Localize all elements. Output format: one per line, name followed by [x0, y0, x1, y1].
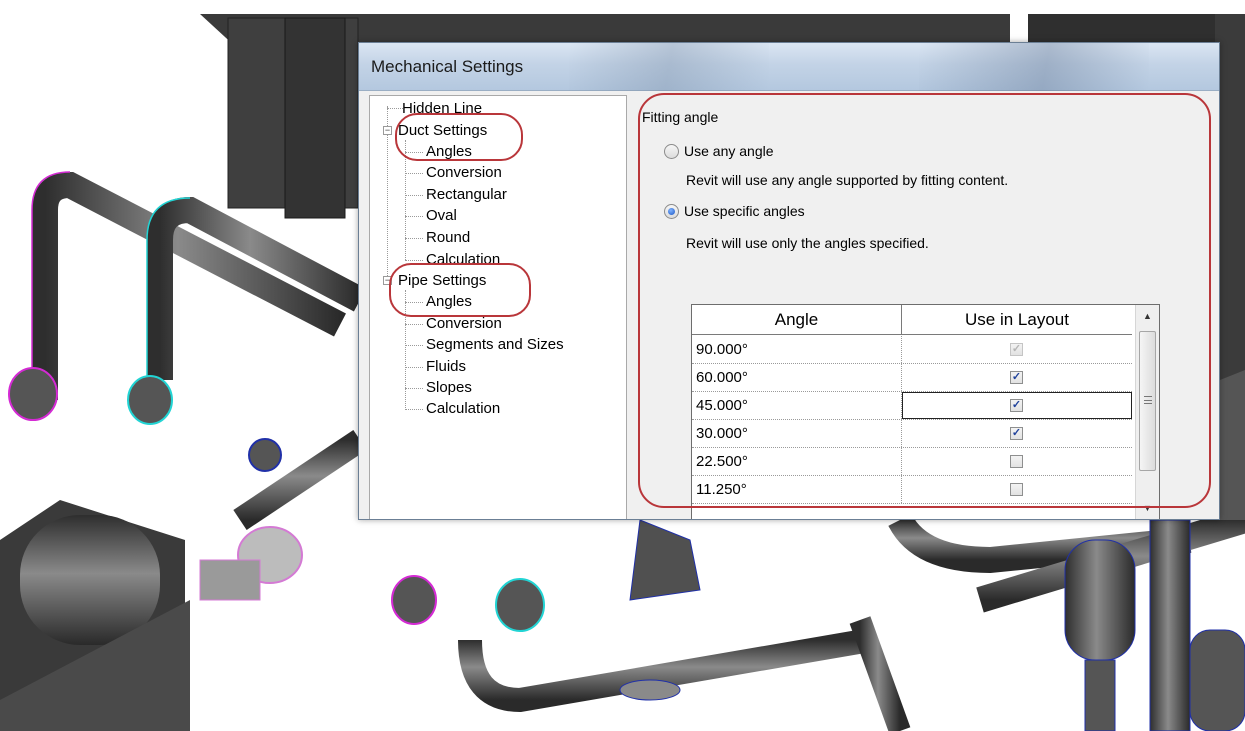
- table-row[interactable]: 60.000° ✓: [692, 364, 1132, 392]
- dialog-title: Mechanical Settings: [371, 57, 524, 76]
- angle-cell[interactable]: 22.500°: [692, 448, 902, 475]
- use-in-layout-checkbox[interactable]: [1010, 455, 1023, 468]
- use-any-angle-label[interactable]: Use any angle: [684, 143, 774, 159]
- mechanical-settings-dialog: Mechanical Settings − − Hidden Line Duct…: [358, 42, 1220, 520]
- tree-item-pipe-calculation[interactable]: Calculation: [426, 400, 500, 418]
- tree-item-duct-round[interactable]: Round: [426, 229, 470, 247]
- tree-item-duct-rectangular[interactable]: Rectangular: [426, 186, 507, 204]
- tree-item-duct-settings[interactable]: Duct Settings: [398, 122, 487, 140]
- tree-item-pipe-conversion[interactable]: Conversion: [426, 315, 502, 333]
- angle-cell[interactable]: 60.000°: [692, 364, 902, 391]
- tree-item-pipe-slopes[interactable]: Slopes: [426, 379, 472, 397]
- angle-cell[interactable]: 45.000°: [692, 392, 902, 419]
- settings-tree: − − Hidden Line Duct Settings Angles Con…: [369, 95, 627, 519]
- table-scrollbar[interactable]: ▲ ▼: [1135, 305, 1159, 519]
- use-specific-angles-label[interactable]: Use specific angles: [684, 203, 805, 219]
- angle-cell[interactable]: 11.250°: [692, 476, 902, 503]
- use-in-layout-checkbox: ✓: [1010, 343, 1023, 356]
- table-row[interactable]: 30.000° ✓: [692, 420, 1132, 448]
- table-header: Angle Use in Layout: [692, 305, 1132, 335]
- use-in-layout-checkbox[interactable]: ✓: [1010, 371, 1023, 384]
- tree-item-duct-angles[interactable]: Angles: [426, 143, 472, 161]
- scroll-up-arrow-icon[interactable]: ▲: [1136, 307, 1159, 325]
- use-any-angle-radio[interactable]: [664, 144, 679, 159]
- tree-item-duct-oval[interactable]: Oval: [426, 207, 457, 225]
- table-row[interactable]: 11.250°: [692, 476, 1132, 504]
- use-in-layout-checkbox[interactable]: [1010, 483, 1023, 496]
- scroll-down-arrow-icon[interactable]: ▼: [1136, 499, 1159, 517]
- fitting-angle-panel: Fitting angle Use any angle Revit will u…: [637, 95, 1213, 519]
- use-specific-angles-description: Revit will use only the angles specified…: [686, 235, 929, 251]
- angle-cell[interactable]: 30.000°: [692, 420, 902, 447]
- dialog-titlebar[interactable]: Mechanical Settings: [359, 43, 1219, 91]
- tree-item-pipe-settings[interactable]: Pipe Settings: [398, 272, 486, 290]
- column-header-use-in-layout[interactable]: Use in Layout: [902, 305, 1132, 334]
- table-row[interactable]: 22.500°: [692, 448, 1132, 476]
- use-any-angle-description: Revit will use any angle supported by fi…: [686, 172, 1009, 188]
- tree-item-hidden-line[interactable]: Hidden Line: [402, 100, 482, 118]
- angle-cell[interactable]: 90.000°: [692, 336, 902, 363]
- scroll-thumb[interactable]: [1139, 331, 1156, 471]
- table-row[interactable]: 90.000° ✓: [692, 336, 1132, 364]
- tree-item-pipe-fluids[interactable]: Fluids: [426, 358, 466, 376]
- tree-item-duct-calculation[interactable]: Calculation: [426, 251, 500, 269]
- tree-item-pipe-segments-sizes[interactable]: Segments and Sizes: [426, 336, 564, 354]
- fitting-angle-heading: Fitting angle: [642, 109, 719, 125]
- angles-table: Angle Use in Layout 90.000° ✓ 60.000° ✓ …: [691, 304, 1160, 519]
- tree-item-duct-conversion[interactable]: Conversion: [426, 164, 502, 182]
- tree-item-pipe-angles[interactable]: Angles: [426, 293, 472, 311]
- table-row[interactable]: 45.000° ✓: [692, 392, 1132, 420]
- use-in-layout-checkbox[interactable]: ✓: [1010, 427, 1023, 440]
- pipe-settings-expander[interactable]: −: [383, 276, 392, 285]
- duct-settings-expander[interactable]: −: [383, 126, 392, 135]
- use-specific-angles-radio[interactable]: [664, 204, 679, 219]
- column-header-angle[interactable]: Angle: [692, 305, 902, 334]
- use-in-layout-checkbox[interactable]: ✓: [1010, 399, 1023, 412]
